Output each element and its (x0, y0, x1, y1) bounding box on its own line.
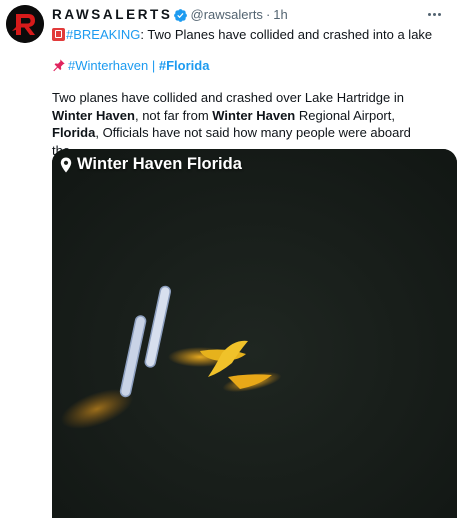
timestamp[interactable]: 1h (273, 7, 287, 23)
body-text-3: Regional Airport, (295, 107, 395, 123)
verified-icon (173, 8, 188, 23)
pushpin-icon (52, 58, 66, 72)
body-text-1: Two planes have collided and crashed ove… (52, 90, 404, 105)
body-bold-2: Winter Haven (212, 107, 296, 123)
more-icon[interactable] (425, 9, 443, 19)
headline: #BREAKING: Two Planes have collided and … (52, 26, 449, 43)
location-label: Winter Haven Florida (77, 155, 242, 173)
tags-line: #Winterhaven | #Florida (52, 57, 209, 74)
tag-divider: | (151, 58, 156, 73)
hashtag-florida[interactable]: #Florida (159, 58, 210, 73)
hashtag-breaking[interactable]: #BREAKING (66, 27, 140, 42)
body-bold-3: Florida (52, 125, 96, 140)
location-overlay: Winter Haven Florida (60, 155, 242, 174)
hashtag-winterhaven[interactable]: #Winterhaven (68, 58, 148, 73)
handle[interactable]: @rawsalerts (191, 7, 263, 23)
avatar-logo (6, 5, 44, 43)
media-video[interactable]: Winter Haven Florida (52, 149, 457, 518)
display-name[interactable]: RAWSALERTS (52, 7, 173, 23)
tweet-header: RAWSALERTS @rawsalerts · 1h (52, 7, 441, 23)
avatar[interactable] (6, 5, 44, 43)
headline-text: : Two Planes have collided and crashed i… (140, 27, 433, 42)
crash-scene-image (52, 149, 457, 518)
siren-icon (52, 28, 65, 41)
location-pin-icon (60, 157, 72, 172)
separator-dot: · (265, 7, 271, 22)
body-bold-1: Winter Haven (52, 107, 135, 123)
tweet[interactable]: RAWSALERTS @rawsalerts · 1h #BREAKING: T… (0, 0, 461, 518)
body-text-2: , not far from (134, 107, 213, 123)
